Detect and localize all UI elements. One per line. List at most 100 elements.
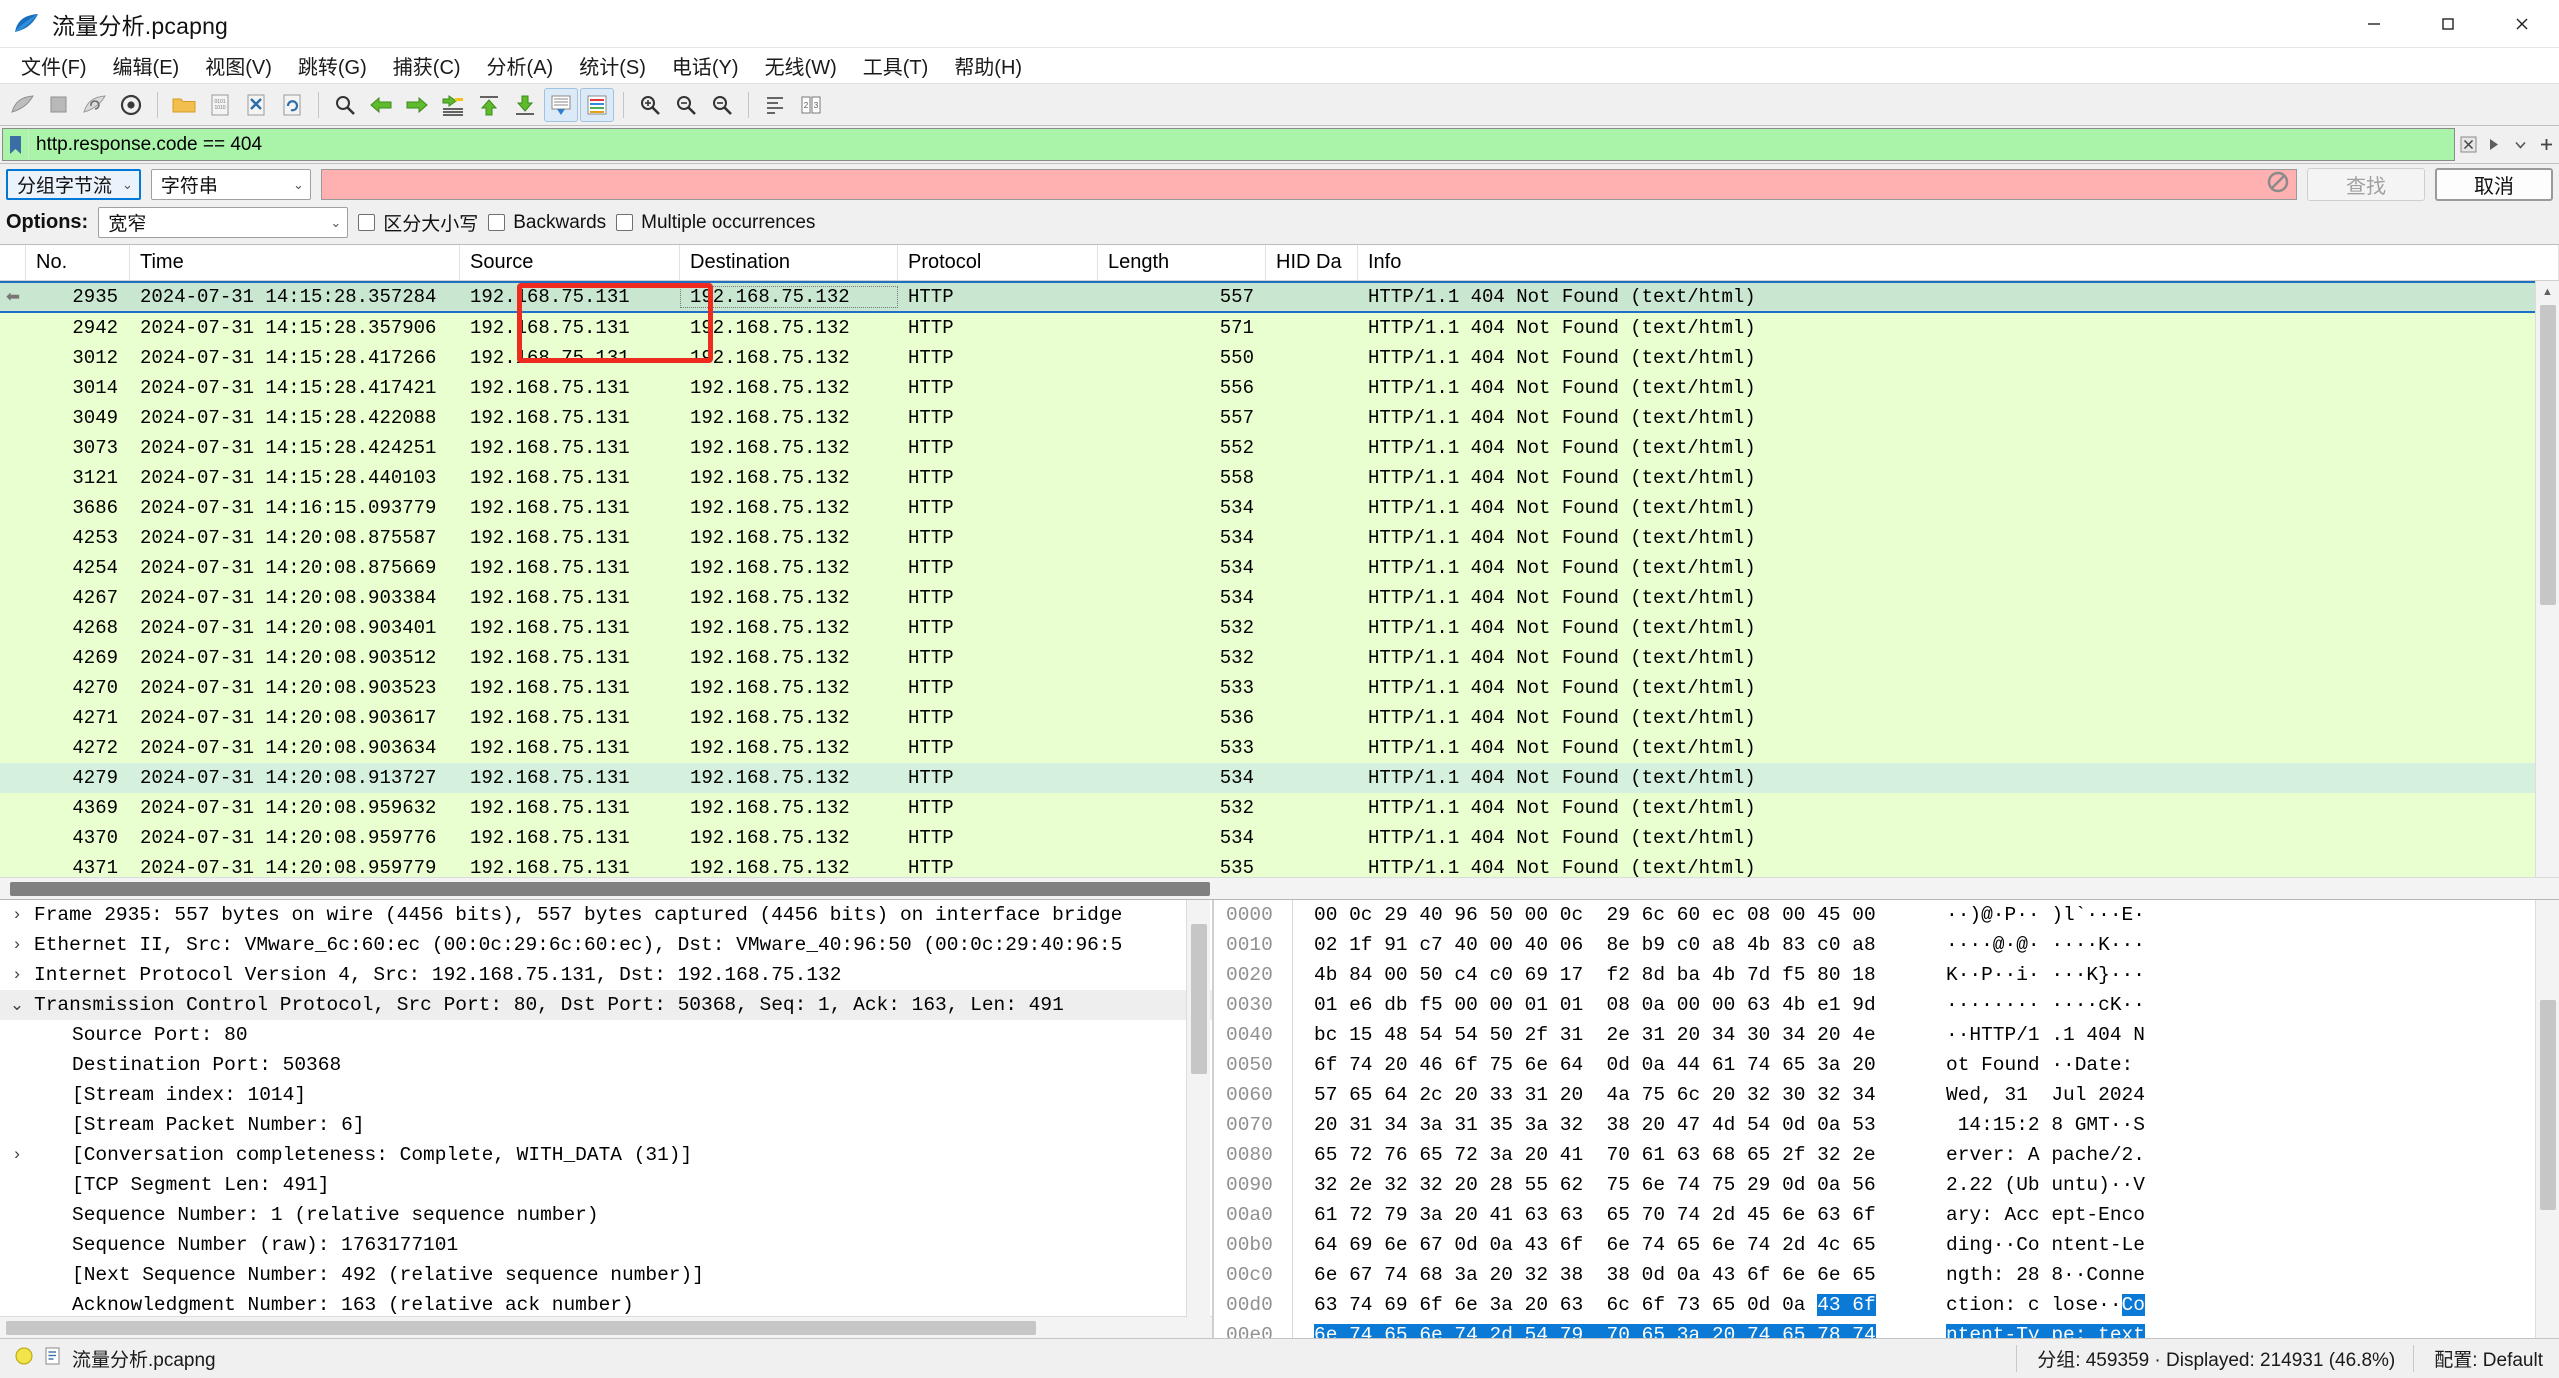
go-forward-icon[interactable] [400, 88, 434, 122]
zoom-out-icon[interactable] [669, 88, 703, 122]
menu-telephony[interactable]: 电话(Y) [659, 48, 752, 83]
packet-list-header[interactable]: No.TimeSourceDestinationProtocolLengthHI… [0, 245, 2559, 281]
detail-tree-row[interactable]: [Next Sequence Number: 492 (relative seq… [0, 1260, 1212, 1290]
zoom-reset-icon[interactable] [705, 88, 739, 122]
menu-statistics[interactable]: 统计(S) [566, 48, 659, 83]
packet-list-body[interactable]: ⬅29352024-07-31 14:15:28.357284192.168.7… [0, 281, 2559, 877]
go-last-packet-icon[interactable] [508, 88, 542, 122]
table-row[interactable]: 42672024-07-31 14:20:08.903384192.168.75… [0, 583, 2559, 613]
packet-detail-tree[interactable]: ›Frame 2935: 557 bytes on wire (4456 bit… [0, 900, 1212, 1316]
restart-capture-icon[interactable] [78, 88, 112, 122]
chevron-right-icon[interactable]: › [0, 936, 34, 955]
go-back-icon[interactable] [364, 88, 398, 122]
column-source[interactable]: Source [460, 245, 680, 280]
column-time[interactable]: Time [130, 245, 460, 280]
hex-dump-row[interactable]: 009032 2e 32 32 20 28 55 62 75 6e 74 75 … [1214, 1170, 2559, 1200]
detail-tree-row[interactable]: Sequence Number: 1 (relative sequence nu… [0, 1200, 1212, 1230]
table-row[interactable]: 30142024-07-31 14:15:28.417421192.168.75… [0, 373, 2559, 403]
chevron-down-icon[interactable]: ⌄ [0, 995, 34, 1016]
detail-tree-row[interactable]: Sequence Number (raw): 1763177101 [0, 1230, 1212, 1260]
hex-dump-row[interactable]: 00e06e 74 65 6e 74 2d 54 79 70 65 3a 20 … [1214, 1320, 2559, 1338]
go-to-packet-icon[interactable] [436, 88, 470, 122]
column-hid-data[interactable]: HID Da [1266, 245, 1358, 280]
chevron-down-icon[interactable] [2507, 129, 2533, 161]
menu-file[interactable]: 文件(F) [8, 48, 100, 83]
table-row[interactable]: 43712024-07-31 14:20:08.959779192.168.75… [0, 853, 2559, 877]
save-file-icon[interactable]: 01011010 [203, 88, 237, 122]
table-row[interactable]: 42712024-07-31 14:20:08.903617192.168.75… [0, 703, 2559, 733]
menu-go[interactable]: 跳转(G) [285, 48, 380, 83]
find-packet-icon[interactable] [328, 88, 362, 122]
multiple-occurrences-checkbox[interactable]: Multiple occurrences [616, 212, 815, 234]
hex-dump-row[interactable]: 00204b 84 00 50 c4 c0 69 17 f2 8d ba 4b … [1214, 960, 2559, 990]
start-capture-icon[interactable] [6, 88, 40, 122]
detail-tree-row[interactable]: [TCP Segment Len: 491] [0, 1170, 1212, 1200]
apply-filter-arrow-icon[interactable] [2481, 129, 2507, 161]
table-row[interactable]: 43692024-07-31 14:20:08.959632192.168.75… [0, 793, 2559, 823]
menu-analyze[interactable]: 分析(A) [474, 48, 567, 83]
table-row[interactable]: 29422024-07-31 14:15:28.357906192.168.75… [0, 313, 2559, 343]
find-char-width-combo[interactable]: 宽窄 ⌄ [98, 207, 348, 238]
reload-file-icon[interactable] [275, 88, 309, 122]
scrollbar-thumb[interactable] [1191, 924, 1207, 1074]
menu-edit[interactable]: 编辑(E) [100, 48, 193, 83]
expert-info-icon[interactable] [14, 1346, 34, 1372]
hex-dump-row[interactable]: 00b064 69 6e 67 0d 0a 43 6f 6e 74 65 6e … [1214, 1230, 2559, 1260]
hex-dump-row[interactable]: 006057 65 64 2c 20 33 31 20 4a 75 6c 20 … [1214, 1080, 2559, 1110]
table-row[interactable]: 42542024-07-31 14:20:08.875669192.168.75… [0, 553, 2559, 583]
find-search-type-combo[interactable]: 字符串 ⌄ [151, 169, 311, 200]
table-row[interactable]: 30122024-07-31 14:15:28.417266192.168.75… [0, 343, 2559, 373]
table-row[interactable]: 31212024-07-31 14:15:28.440103192.168.75… [0, 463, 2559, 493]
colorize-icon[interactable] [580, 88, 614, 122]
scrollbar-thumb[interactable] [2540, 305, 2556, 605]
open-file-icon[interactable] [167, 88, 201, 122]
menu-tools[interactable]: 工具(T) [850, 48, 942, 83]
status-profile[interactable]: 配置: Default [2413, 1345, 2559, 1372]
maximize-button[interactable] [2411, 0, 2485, 47]
menu-capture[interactable]: 捕获(C) [380, 48, 474, 83]
menu-wireless[interactable]: 无线(W) [752, 48, 850, 83]
hex-dump-row[interactable]: 007020 31 34 3a 31 35 3a 32 38 20 47 4d … [1214, 1110, 2559, 1140]
table-row[interactable]: 42702024-07-31 14:20:08.903523192.168.75… [0, 673, 2559, 703]
cancel-find-button[interactable]: 取消 [2435, 168, 2553, 201]
find-search-in-combo[interactable]: 分组字节流 ⌄ [6, 169, 141, 200]
detail-tree-row[interactable]: Source Port: 80 [0, 1020, 1212, 1050]
close-button[interactable] [2485, 0, 2559, 47]
chevron-right-icon[interactable]: › [0, 966, 34, 985]
table-row[interactable]: 36862024-07-31 14:16:15.093779192.168.75… [0, 493, 2559, 523]
two-pane-icon[interactable]: 23 [794, 88, 828, 122]
display-filter-value[interactable]: http.response.code == 404 [29, 129, 2454, 160]
scrollbar-thumb[interactable] [10, 882, 1210, 896]
detail-tree-row[interactable]: ›Frame 2935: 557 bytes on wire (4456 bit… [0, 900, 1212, 930]
table-row[interactable]: 42692024-07-31 14:20:08.903512192.168.75… [0, 643, 2559, 673]
hex-dump-row[interactable]: 001002 1f 91 c7 40 00 40 06 8e b9 c0 a8 … [1214, 930, 2559, 960]
hex-dump-row[interactable]: 00c06e 67 74 68 3a 20 32 38 38 0d 0a 43 … [1214, 1260, 2559, 1290]
hex-dump-row[interactable]: 00d063 74 69 6f 6e 3a 20 63 6c 6f 73 65 … [1214, 1290, 2559, 1320]
detail-tree-row[interactable]: ›Internet Protocol Version 4, Src: 192.1… [0, 960, 1212, 990]
table-row[interactable]: 30732024-07-31 14:15:28.424251192.168.75… [0, 433, 2559, 463]
scrollbar-thumb[interactable] [6, 1321, 1036, 1335]
table-row[interactable]: 43702024-07-31 14:20:08.959776192.168.75… [0, 823, 2559, 853]
packet-detail-pane[interactable]: ›Frame 2935: 557 bytes on wire (4456 bit… [0, 900, 1214, 1338]
packet-detail-hscrollbar[interactable] [0, 1316, 1212, 1338]
packet-list-vscrollbar[interactable]: ▲ [2535, 281, 2559, 877]
packet-list-hscrollbar[interactable] [0, 877, 2559, 899]
packet-list-pane[interactable]: No.TimeSourceDestinationProtocolLengthHI… [0, 245, 2559, 900]
go-first-packet-icon[interactable] [472, 88, 506, 122]
find-button[interactable]: 查找 [2307, 168, 2425, 201]
packet-detail-vscrollbar[interactable] [1186, 900, 1210, 1318]
capture-options-icon[interactable] [114, 88, 148, 122]
table-row[interactable]: 42792024-07-31 14:20:08.913727192.168.75… [0, 763, 2559, 793]
chevron-right-icon[interactable]: › [0, 906, 34, 925]
backwards-checkbox[interactable]: Backwards [488, 212, 606, 234]
resize-columns-icon[interactable] [758, 88, 792, 122]
hex-dump[interactable]: 000000 0c 29 40 96 50 00 0c 29 6c 60 ec … [1214, 900, 2559, 1338]
bookmark-icon[interactable] [3, 129, 29, 160]
detail-tree-row[interactable]: ⌄Transmission Control Protocol, Src Port… [0, 990, 1212, 1020]
table-row[interactable]: ⬅29352024-07-31 14:15:28.357284192.168.7… [0, 281, 2559, 313]
zoom-in-icon[interactable] [633, 88, 667, 122]
display-filter-input[interactable]: http.response.code == 404 [2, 128, 2455, 161]
chevron-right-icon[interactable]: › [0, 1146, 34, 1165]
detail-tree-row[interactable]: ›[Conversation completeness: Complete, W… [0, 1140, 1212, 1170]
detail-tree-row[interactable]: [Stream index: 1014] [0, 1080, 1212, 1110]
